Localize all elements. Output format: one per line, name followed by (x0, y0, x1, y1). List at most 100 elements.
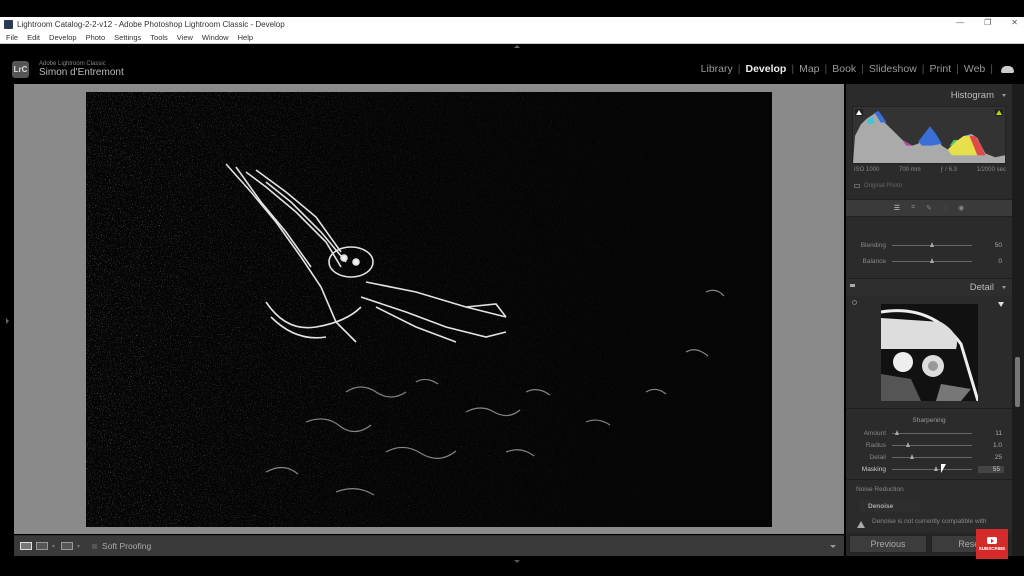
youtube-icon (987, 537, 997, 544)
blending-label: Blending (860, 241, 886, 249)
balance-track[interactable] (892, 257, 972, 263)
original-photo-label: Original Photo (864, 183, 903, 189)
amount-value[interactable]: 11 (972, 430, 1006, 437)
right-panel: Histogram ISO 1000 700 mm ƒ / 6.3 1/2000… (846, 84, 1012, 556)
highlight-clipping-toggle[interactable] (995, 109, 1003, 116)
module-library[interactable]: Library (696, 63, 738, 75)
masking-slider[interactable]: Masking 55 (846, 463, 1012, 475)
tool-strip: ☰ ⌗ ✎ ◌ ◉ (846, 199, 1012, 217)
detail-panel-switch[interactable] (850, 284, 855, 287)
top-panel-toggle-icon[interactable] (514, 45, 520, 48)
denoise-button[interactable]: Denoise (860, 500, 920, 512)
crop-icon[interactable]: ⌗ (911, 204, 915, 212)
subscribe-overlay[interactable]: SUBSCRIBE (976, 529, 1008, 559)
detail-header[interactable]: Detail (846, 278, 1012, 296)
amount-knob[interactable] (895, 429, 900, 435)
masking-value[interactable]: 55 (978, 465, 1004, 473)
close-button[interactable]: ✕ (1011, 18, 1018, 27)
detail-slider[interactable]: Detail 25 (846, 451, 1012, 463)
left-panel-toggle-icon[interactable] (6, 318, 9, 324)
module-book[interactable]: Book (827, 63, 861, 75)
histogram-collapse-icon[interactable] (1002, 93, 1006, 97)
aperture-value: ƒ / 6.3 (940, 167, 957, 173)
sharpening-title: Sharpening (912, 417, 946, 424)
detail-knob[interactable] (909, 453, 914, 459)
user-name: Simon d'Entremont (39, 67, 124, 78)
histogram-header[interactable]: Histogram (846, 86, 1012, 104)
soft-proofing-checkbox[interactable] (92, 543, 98, 549)
noise-reduction-title: Noise Reduction (856, 486, 904, 493)
cloud-icon[interactable] (1001, 65, 1014, 73)
before-after-dropdown-icon[interactable]: ▾ (52, 543, 55, 550)
balance-slider[interactable]: Balance 0 (846, 255, 1012, 267)
photo-preview[interactable] (86, 92, 772, 527)
blending-track[interactable] (892, 241, 972, 247)
right-panel-scrollbar[interactable] (1012, 84, 1024, 556)
balance-knob[interactable] (929, 257, 934, 263)
sharpening-divider (846, 479, 1012, 480)
loupe-view-button[interactable] (20, 542, 32, 550)
preview-toggle-icon[interactable] (998, 302, 1004, 307)
radius-track[interactable] (892, 441, 972, 447)
filmstrip-toggle-icon[interactable] (514, 560, 520, 563)
module-map[interactable]: Map (794, 63, 824, 75)
scrollbar-thumb[interactable] (1015, 357, 1020, 407)
heal-icon[interactable]: ✎ (926, 204, 932, 212)
previous-button[interactable]: Previous (849, 535, 927, 553)
detail-track[interactable] (892, 453, 972, 459)
menu-window[interactable]: Window (202, 33, 229, 42)
red-eye-icon[interactable]: ◉ (958, 204, 964, 212)
menu-edit[interactable]: Edit (27, 33, 40, 42)
radius-value[interactable]: 1.0 (972, 442, 1006, 449)
detail-zoom-preview[interactable] (881, 304, 978, 401)
histogram[interactable] (852, 106, 1006, 164)
detail-label: Detail (869, 453, 886, 461)
detail-title: Detail (969, 282, 994, 293)
menu-view[interactable]: View (177, 33, 193, 42)
lrc-logo: LrC (12, 61, 29, 78)
menu-bar: File Edit Develop Photo Settings Tools V… (0, 31, 1024, 44)
menu-develop[interactable]: Develop (49, 33, 77, 42)
module-slideshow[interactable]: Slideshow (864, 63, 922, 75)
detail-divider (846, 408, 1012, 409)
detail-value[interactable]: 25 (972, 454, 1006, 461)
module-develop[interactable]: Develop (740, 63, 791, 75)
balance-label: Balance (862, 257, 887, 265)
masking-track[interactable] (892, 465, 972, 471)
menu-photo[interactable]: Photo (86, 33, 106, 42)
radius-knob[interactable] (905, 441, 910, 447)
mask-icon[interactable]: ◌ (943, 205, 947, 212)
shadow-clipping-toggle[interactable] (855, 109, 863, 116)
module-web[interactable]: Web (959, 63, 990, 75)
window-title: Lightroom Catalog-2-2-v12 - Adobe Photos… (17, 19, 285, 29)
warning-icon (857, 521, 865, 528)
detail-collapse-icon[interactable] (1002, 286, 1006, 289)
blending-knob[interactable] (929, 241, 934, 247)
target-adjustment-icon[interactable] (852, 300, 857, 305)
denoise-warning-text: Denoise is not currently compatible with (872, 518, 987, 525)
shutter-speed: 1/2000 sec (976, 167, 1006, 173)
amount-slider[interactable]: Amount 11 (846, 427, 1012, 439)
blending-value[interactable]: 50 (972, 242, 1006, 249)
balance-value[interactable]: 0 (972, 258, 1006, 265)
bottom-toolbar: ▾ ▾ Soft Proofing (14, 535, 844, 556)
masking-knob[interactable] (933, 465, 938, 471)
menu-file[interactable]: File (6, 33, 18, 42)
menu-tools[interactable]: Tools (150, 33, 168, 42)
masking-label: Masking (861, 465, 886, 473)
module-print[interactable]: Print (925, 63, 957, 75)
edit-sliders-icon[interactable]: ☰ (894, 204, 900, 212)
radius-slider[interactable]: Radius 1.0 (846, 439, 1012, 451)
menu-help[interactable]: Help (238, 33, 253, 42)
detail-preview-image (881, 304, 978, 401)
minimize-button[interactable]: — (956, 18, 964, 27)
amount-track[interactable] (892, 429, 972, 435)
toolbar-content-dropdown-icon[interactable] (830, 545, 836, 548)
swap-dropdown-icon[interactable]: ▾ (77, 543, 80, 550)
before-after-lr-button[interactable] (36, 542, 48, 550)
restore-button[interactable]: ❐ (984, 18, 991, 27)
menu-settings[interactable]: Settings (114, 33, 141, 42)
blending-slider[interactable]: Blending 50 (846, 239, 1012, 251)
soft-proofing-label[interactable]: Soft Proofing (102, 541, 151, 551)
before-after-swap-button[interactable] (61, 542, 74, 550)
